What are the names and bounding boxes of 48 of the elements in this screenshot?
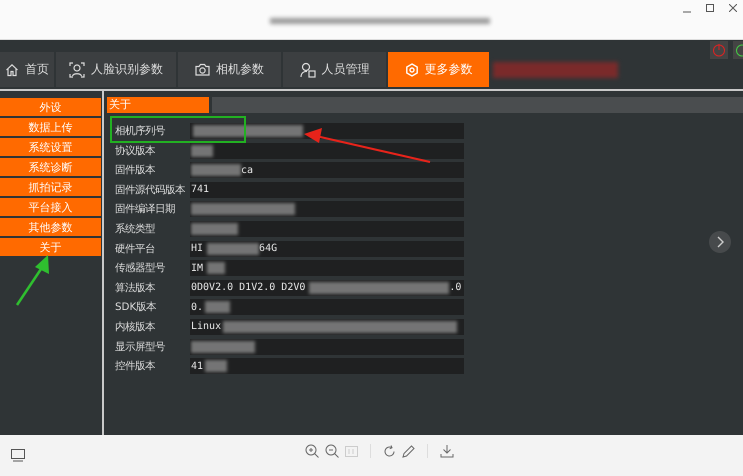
- field-label: 固件编译日期: [115, 202, 176, 216]
- blurred-text: [191, 222, 238, 235]
- field-label: 系统类型: [115, 222, 156, 236]
- value-field[interactable]: HI 64G: [190, 240, 464, 257]
- gear-icon: [404, 62, 418, 76]
- home-icon: [5, 62, 19, 76]
- field-label: 控件版本: [115, 359, 156, 374]
- value-field[interactable]: 0.: [190, 299, 464, 316]
- tab[interactable]: 人员管理: [283, 52, 386, 87]
- zoom-out-icon[interactable]: [325, 444, 339, 458]
- field-label: 内核版本: [115, 320, 156, 334]
- annotation-arrow: [15, 254, 51, 307]
- field-label: 传感器型号: [115, 261, 166, 276]
- person-card-icon: [300, 62, 316, 78]
- field-label: 硬件平台: [115, 242, 156, 256]
- download-icon[interactable]: [440, 444, 454, 458]
- rotate-icon[interactable]: [383, 444, 396, 458]
- maximize-icon[interactable]: [706, 4, 714, 12]
- tab[interactable]: 相机参数: [178, 52, 281, 87]
- tab[interactable]: 首页: [0, 52, 54, 87]
- power-icon[interactable]: [733, 41, 743, 59]
- value-field[interactable]: 41: [190, 358, 464, 374]
- field-label: 固件版本: [115, 163, 156, 178]
- field-label: SDK版本: [115, 300, 158, 314]
- value-field[interactable]: Linux: [190, 318, 464, 335]
- field-label: 协议版本: [115, 144, 156, 158]
- camera-icon: [195, 63, 210, 76]
- field-label: 固件源代码版本: [115, 182, 186, 197]
- blurred-text: [191, 340, 255, 353]
- blurred-text: [205, 301, 230, 314]
- blurred-text: [191, 164, 241, 176]
- close-icon[interactable]: [729, 4, 737, 12]
- face-scan-icon: [69, 62, 85, 78]
- field-label: 算法版本: [115, 280, 156, 295]
- blurred-text: [191, 144, 213, 157]
- pencil-icon[interactable]: [402, 444, 415, 458]
- blurred-text: [205, 360, 228, 372]
- blurred-text: [207, 242, 260, 255]
- value-field[interactable]: IM: [190, 260, 464, 276]
- value-field[interactable]: 741: [190, 182, 464, 198]
- field-label: 显示屏型号: [115, 340, 166, 354]
- tab[interactable]: 人脸识别参数: [56, 52, 176, 87]
- field-label: 相机序列号: [115, 124, 166, 138]
- value-field[interactable]: ca: [190, 162, 464, 178]
- value-field[interactable]: 0D0V2.0 D1V2.0 D2V0 .0: [190, 280, 464, 296]
- blurred-text: [207, 262, 226, 274]
- zoom-in-icon[interactable]: [305, 444, 319, 458]
- screen-icon[interactable]: [11, 449, 25, 462]
